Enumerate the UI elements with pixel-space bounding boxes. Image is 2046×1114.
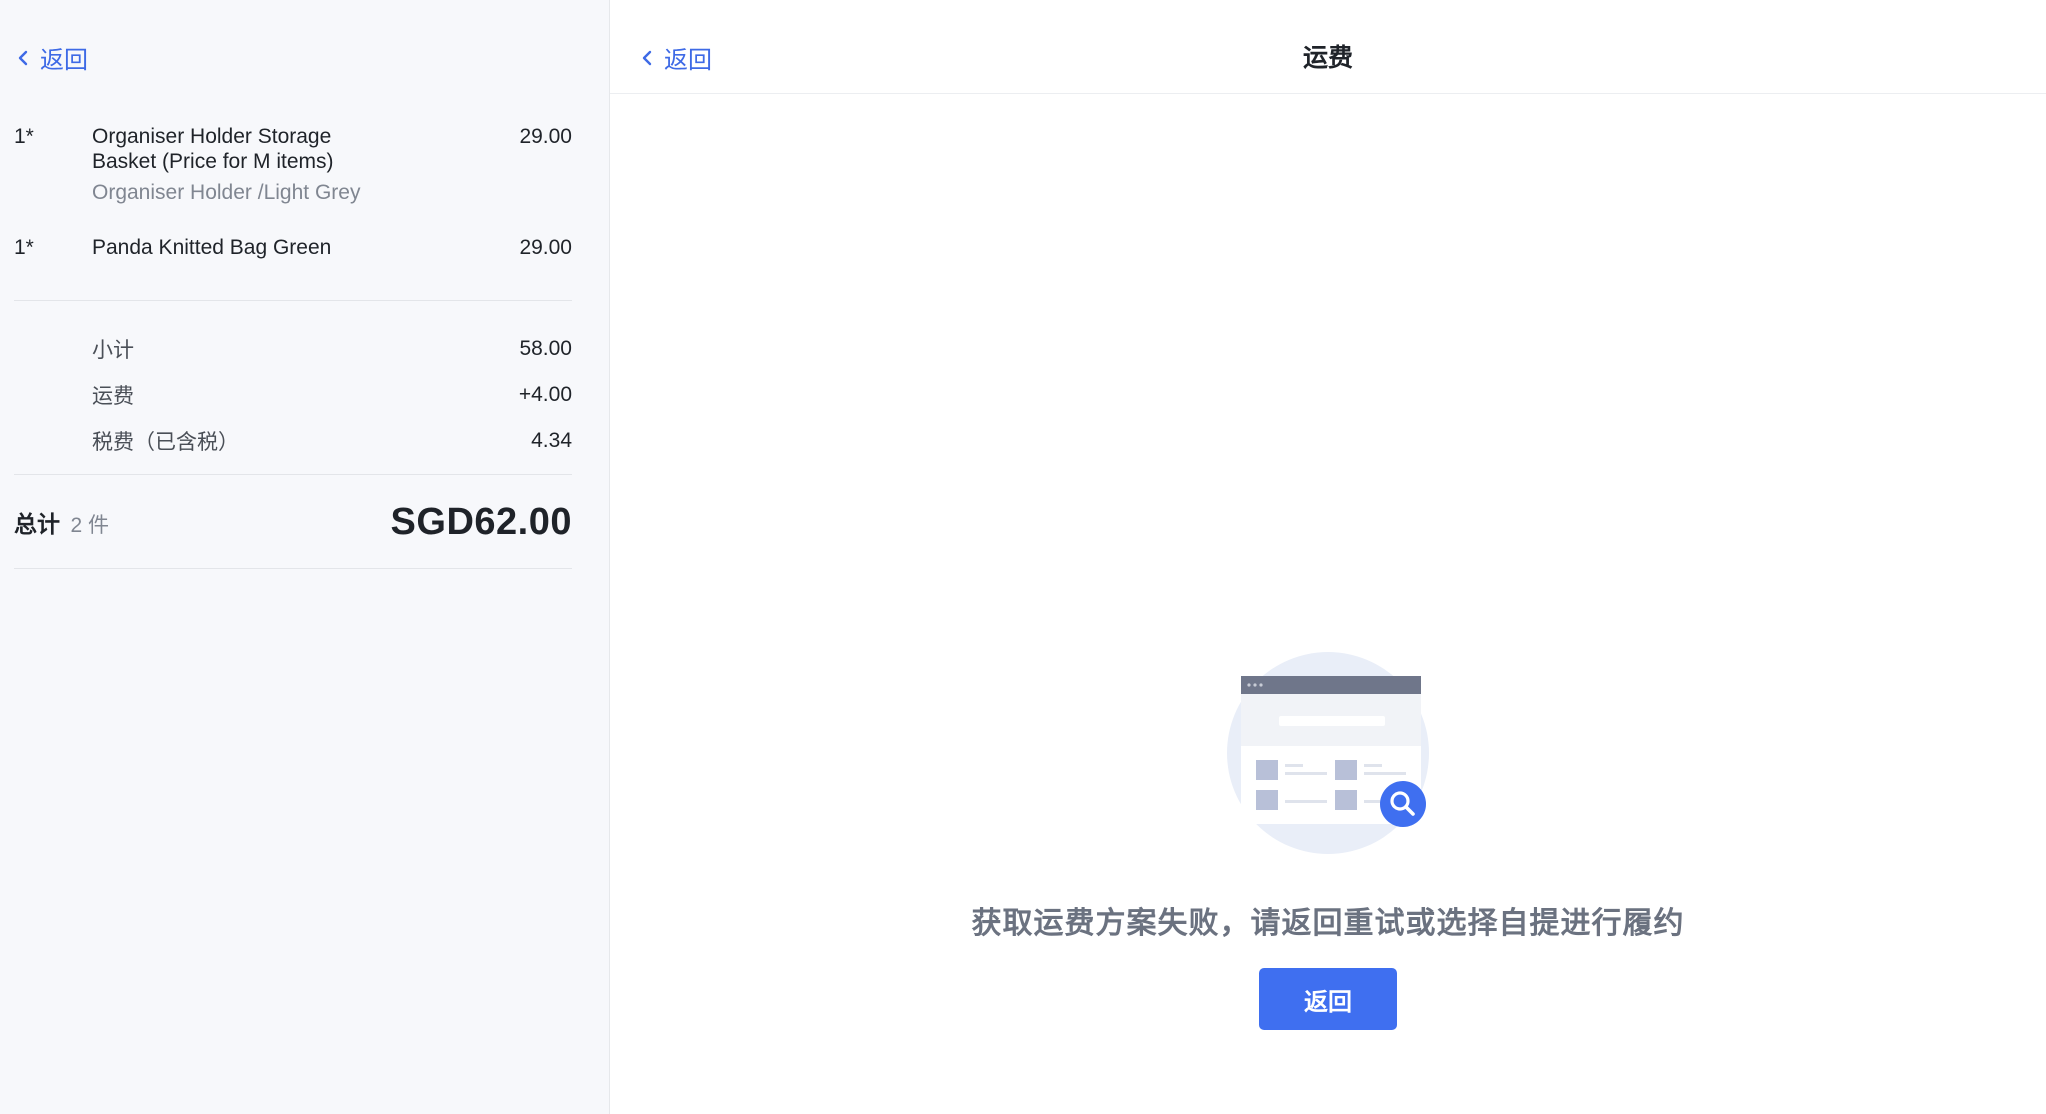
chevron-left-icon [18, 50, 28, 65]
item-name: Panda Knitted Bag Green [92, 236, 332, 259]
item-price: 29.00 [519, 125, 572, 148]
item-price: 29.00 [519, 236, 572, 259]
back-label: 返回 [40, 47, 88, 74]
item-quantity: 1* [14, 236, 34, 259]
summary-label: 小计 [92, 339, 134, 362]
divider [14, 568, 572, 569]
total-item-count: 2 件 [70, 514, 109, 537]
divider [14, 300, 572, 301]
empty-search-illustration [1227, 652, 1429, 854]
back-link-left[interactable]: 返回 [14, 40, 88, 75]
empty-state-message: 获取运费方案失败，请返回重试或选择自提进行履约 [971, 907, 1685, 940]
summary-row-subtotal: 小计 58.00 [14, 326, 572, 372]
order-total: 总计 2 件 SGD62.00 [14, 496, 572, 548]
item-quantity: 1* [14, 125, 34, 148]
summary-label: 运费 [92, 385, 134, 408]
total-label-group: 总计 2 件 [14, 505, 109, 539]
summary-value: 4.34 [531, 429, 572, 452]
cart-item-list: 1* Organiser Holder Storage Basket (Pric… [14, 124, 572, 290]
return-button[interactable]: 返回 [1259, 968, 1397, 1030]
summary-row-tax: 税费（已含税） 4.34 [14, 418, 572, 464]
price-summary: 小计 58.00 运费 +4.00 税费（已含税） 4.34 [14, 326, 572, 464]
total-label: 总计 [14, 511, 60, 537]
search-icon [1380, 781, 1426, 827]
page-header: 返回 运费 [610, 0, 2046, 94]
total-value: SGD62.00 [390, 500, 572, 543]
order-summary-panel: 返回 1* Organiser Holder Storage Basket (P… [0, 0, 610, 1114]
item-variant: Organiser Holder /Light Grey [92, 181, 361, 204]
shipping-panel: 返回 运费 获取运费方案失败，请返回重试或选择自提进行履约 返回 [610, 0, 2046, 1114]
summary-row-shipping: 运费 +4.00 [14, 372, 572, 418]
item-info: Panda Knitted Bag Green [92, 235, 452, 260]
summary-label: 税费（已含税） [92, 431, 239, 454]
summary-value: +4.00 [518, 383, 572, 406]
empty-state: 获取运费方案失败，请返回重试或选择自提进行履约 返回 [610, 650, 2046, 1030]
cart-item: 1* Organiser Holder Storage Basket (Pric… [14, 124, 572, 205]
app-root: 返回 1* Organiser Holder Storage Basket (P… [0, 0, 2046, 1114]
item-name: Organiser Holder Storage Basket (Price f… [92, 125, 334, 173]
cart-item: 1* Panda Knitted Bag Green 29.00 [14, 235, 572, 260]
divider [14, 474, 572, 475]
summary-value: 58.00 [519, 337, 572, 360]
item-info: Organiser Holder Storage Basket (Price f… [92, 124, 452, 205]
page-title: 运费 [1302, 44, 1353, 72]
